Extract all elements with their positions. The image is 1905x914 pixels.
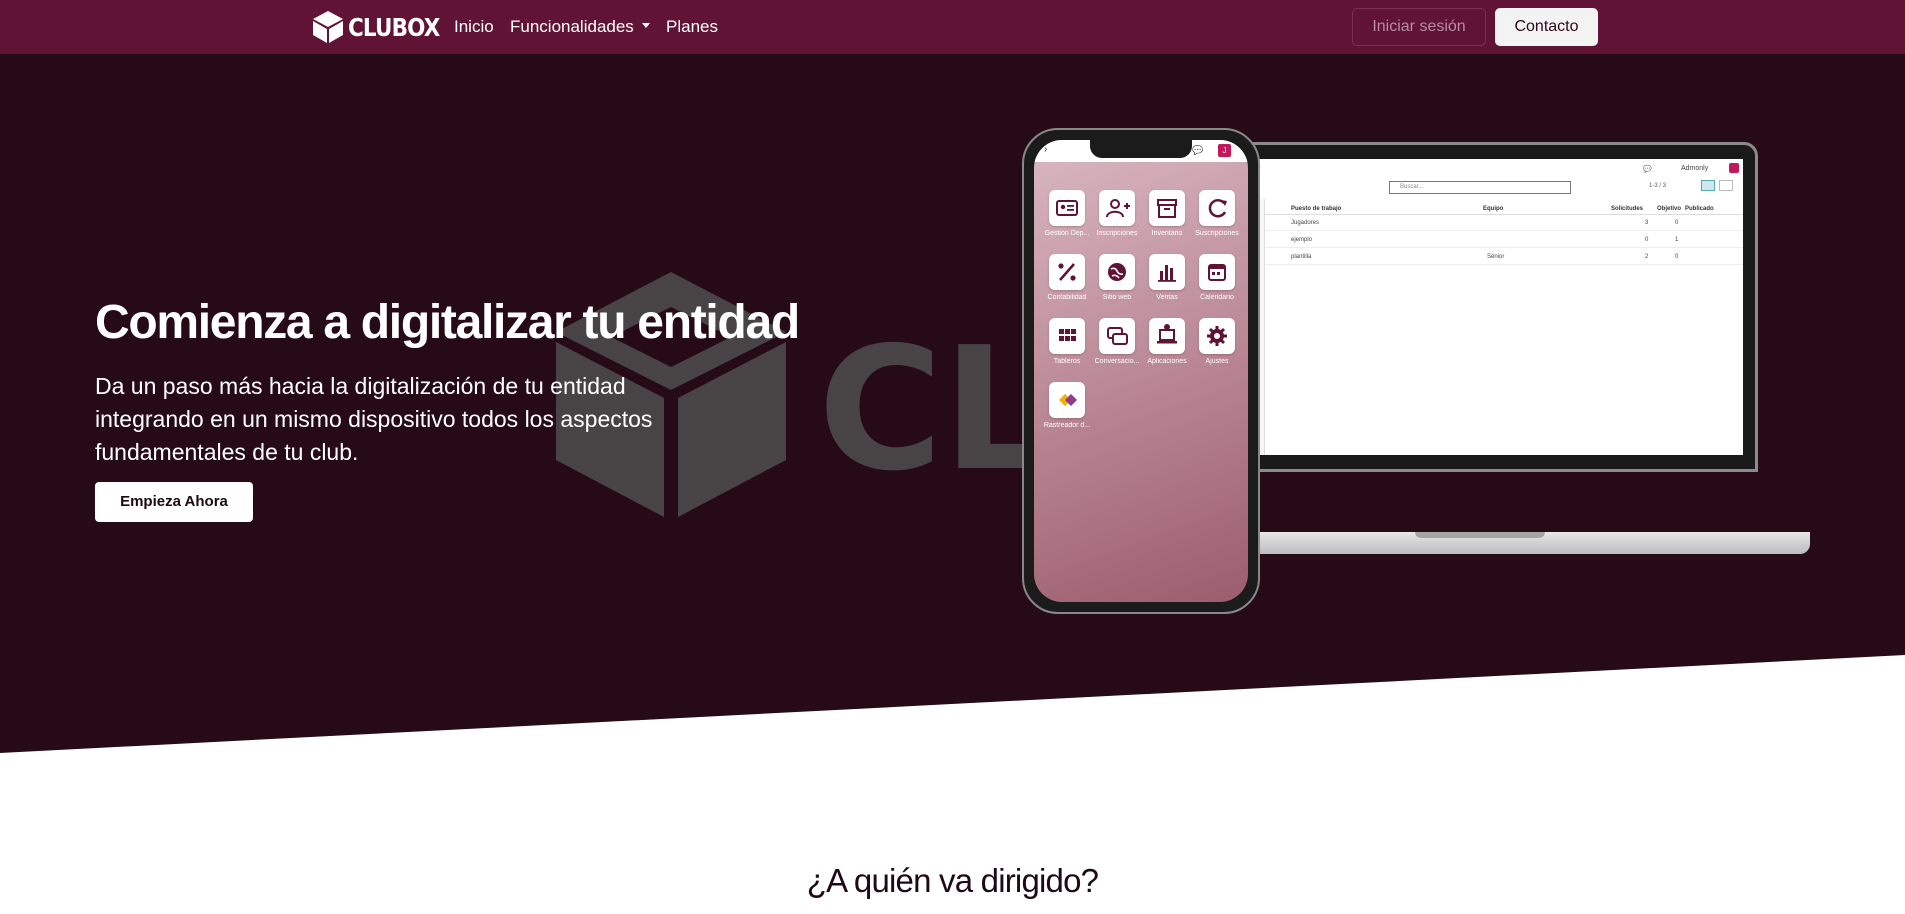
grid-icon	[1059, 329, 1076, 341]
phone-notch	[1090, 140, 1192, 158]
nav-dropdown-label: Funcionalidades	[510, 17, 634, 36]
get-started-button[interactable]: Empieza Ahora	[95, 482, 253, 522]
cube-logo-icon	[313, 11, 343, 43]
refresh-icon	[1208, 198, 1227, 218]
caret-down-icon	[641, 23, 650, 29]
col-publicado: Publicado	[1685, 206, 1714, 212]
app-gestion-deportiva[interactable]: Gestión Dep...	[1042, 190, 1092, 237]
app-inventario[interactable]: Inventario	[1142, 190, 1192, 237]
app-conversaciones[interactable]: Conversacio...	[1092, 318, 1142, 365]
nav-link-inicio[interactable]: Inicio	[454, 17, 494, 37]
calendar-icon	[1208, 264, 1226, 281]
user-plus-icon	[1106, 199, 1130, 218]
navbar: CLUBOX Inicio Funcionalidades Planes Ini…	[0, 0, 1905, 54]
tracker-icon	[1059, 394, 1077, 406]
app-inscripciones[interactable]: Inscripciones	[1092, 190, 1142, 237]
col-solicitudes: Solicitudes	[1611, 206, 1644, 212]
app-ajustes[interactable]: Ajustes	[1192, 318, 1242, 365]
laptop-screen: 💬 Admonly Buscar... 1-3 / 3 Puesto de tr…	[1245, 159, 1743, 455]
section-title: ¿A quién va dirigido?	[806, 862, 1099, 899]
app-ventas[interactable]: Ventas	[1142, 254, 1192, 301]
laptop-pager: 1-3 / 3	[1649, 183, 1667, 189]
laptop-notch	[1415, 532, 1545, 538]
laptop-mockup: 💬 Admonly Buscar... 1-3 / 3 Puesto de tr…	[1230, 142, 1758, 472]
table-row[interactable]: ejemplo 0 1	[1265, 233, 1743, 248]
globe-icon	[1108, 263, 1126, 281]
nav-dropdown-funcionalidades[interactable]: Funcionalidades	[510, 17, 650, 37]
laptop-table-header: Puesto de trabajo Equipo Solicitudes Obj…	[1265, 203, 1743, 215]
laptop-search-input[interactable]: Buscar...	[1389, 181, 1571, 194]
col-equipo: Equipo	[1483, 206, 1504, 212]
app-rastreador[interactable]: Rastreador d...	[1042, 382, 1092, 429]
laptop-topbar: 💬 Admonly	[1245, 159, 1743, 177]
list-view-icon[interactable]	[1701, 180, 1715, 191]
app-sitio-web[interactable]: Sitio web	[1092, 254, 1142, 301]
user-avatar	[1729, 163, 1739, 173]
phone-mockup: › 💬 J Gestión Dep... Inscripciones Inven…	[1022, 128, 1260, 614]
hero-description: Da un paso más hacia la digitalización d…	[95, 373, 653, 465]
id-card-icon	[1056, 200, 1078, 216]
app-tableros[interactable]: Tableros	[1042, 318, 1092, 365]
table-row[interactable]: plantilla Sénior 2 0	[1265, 250, 1743, 265]
contact-button[interactable]: Contacto	[1495, 8, 1598, 46]
col-puesto: Puesto de trabajo	[1291, 206, 1342, 212]
chat-icon	[1107, 327, 1128, 345]
bar-chart-icon	[1158, 265, 1176, 282]
hero-title: Comienza a digitalizar tu entidad	[95, 296, 800, 349]
app-contabilidad[interactable]: Contabilidad	[1042, 254, 1092, 301]
col-objetivo: Objetivo	[1657, 206, 1682, 212]
app-suscripciones[interactable]: Suscripciones	[1192, 190, 1242, 237]
chat-icon: 💬	[1643, 166, 1652, 173]
table-row[interactable]: Jugadores 3 0	[1265, 216, 1743, 231]
brand-logo-link[interactable]: CLUBOX	[310, 9, 454, 45]
archive-icon	[1157, 199, 1177, 218]
app-calendario[interactable]: Calendario	[1192, 254, 1242, 301]
app-aplicaciones[interactable]: Aplicaciones	[1142, 318, 1192, 365]
gear-icon	[1207, 326, 1227, 346]
chevron-right-icon[interactable]: ›	[1044, 144, 1047, 155]
percent-icon	[1058, 263, 1076, 281]
nav-link-planes[interactable]: Planes	[666, 17, 718, 37]
chat-icon[interactable]: 💬	[1192, 145, 1203, 156]
phone-screen: › 💬 J Gestión Dep... Inscripciones Inven…	[1034, 140, 1248, 602]
laptop-icon	[1157, 324, 1177, 344]
brand-name: CLUBOX	[348, 12, 440, 42]
login-button[interactable]: Iniciar sesión	[1352, 8, 1486, 46]
laptop-user: Admonly	[1681, 165, 1709, 172]
kanban-view-icon[interactable]	[1719, 180, 1733, 191]
user-badge[interactable]: J	[1218, 144, 1231, 157]
